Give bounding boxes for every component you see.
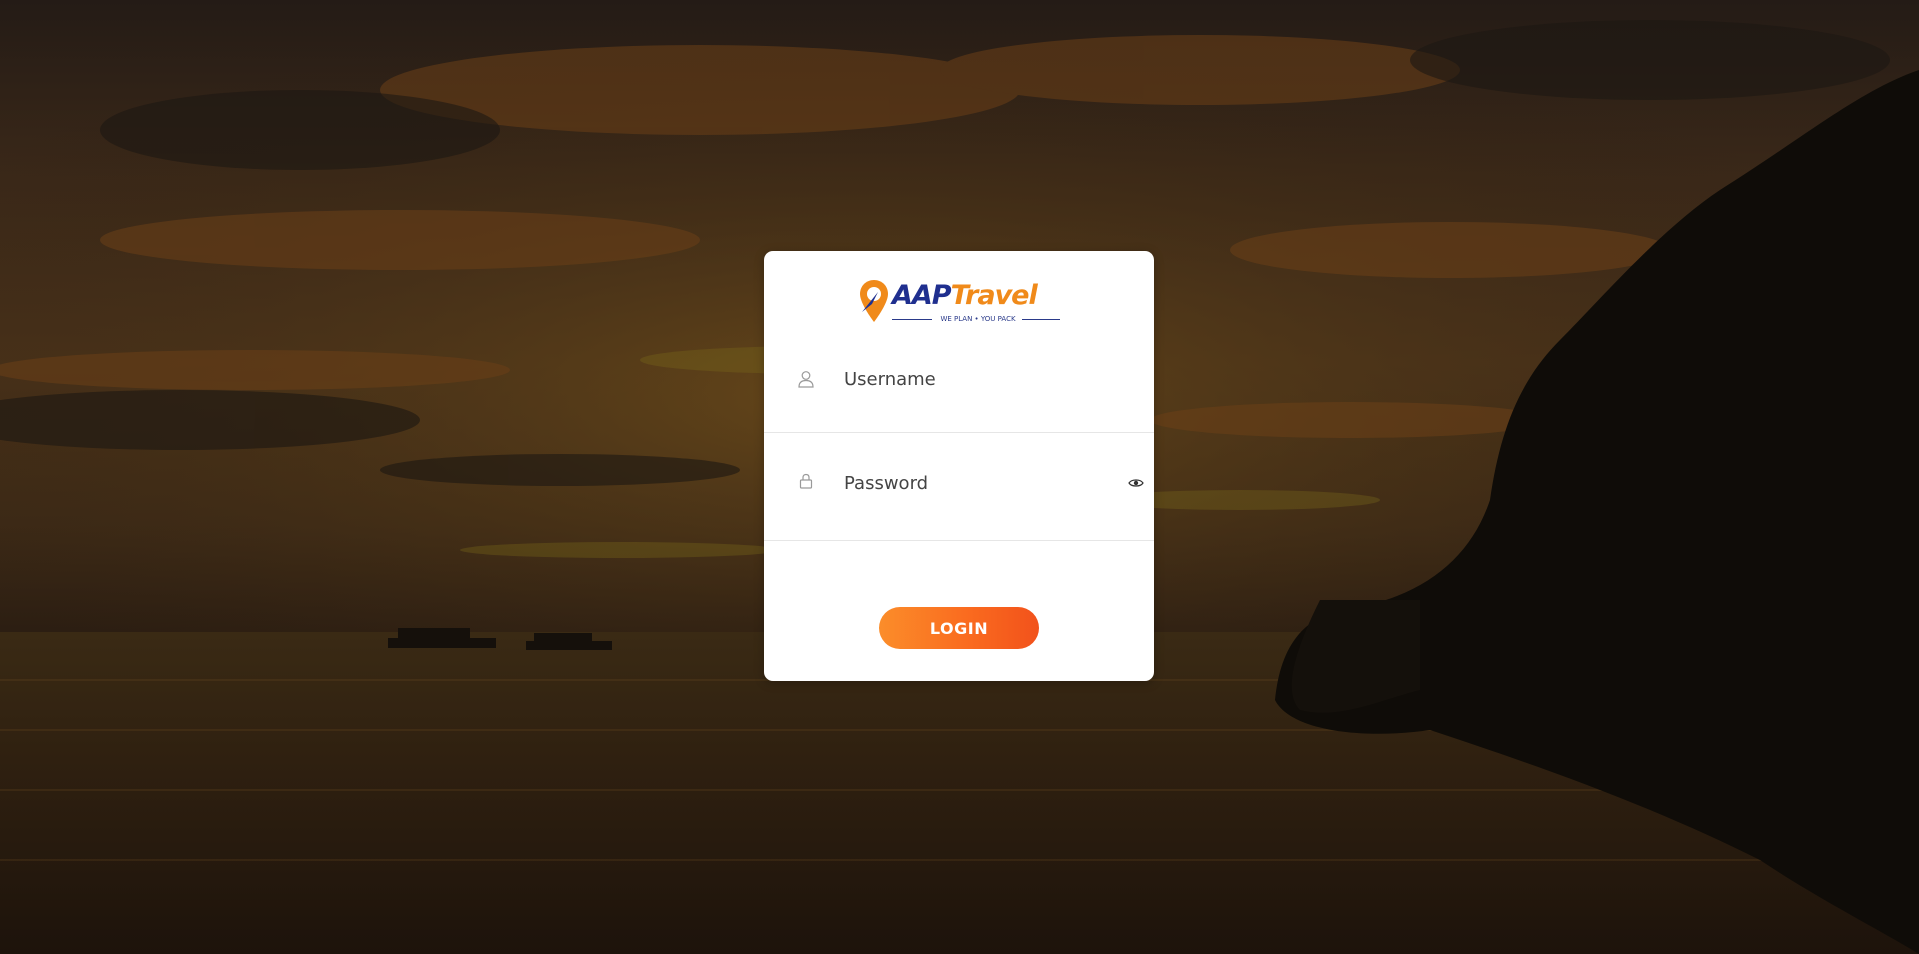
brand-logo: AAPTravel WE PLAN • YOU PACK bbox=[858, 278, 1068, 330]
password-field-row bbox=[764, 432, 1154, 541]
username-field-row bbox=[764, 324, 1154, 433]
tagline-rule-right bbox=[1022, 319, 1060, 320]
password-input[interactable] bbox=[844, 468, 1114, 498]
brand-name: AAPTravel bbox=[892, 280, 1038, 311]
lock-icon bbox=[799, 473, 813, 489]
username-input[interactable] bbox=[844, 364, 1114, 394]
login-button[interactable]: LOGIN bbox=[879, 607, 1039, 649]
login-card: AAPTravel WE PLAN • YOU PACK LOGIN bbox=[764, 251, 1154, 681]
eye-icon[interactable] bbox=[1128, 477, 1144, 489]
user-icon bbox=[798, 371, 814, 388]
location-pin-icon bbox=[860, 280, 888, 322]
